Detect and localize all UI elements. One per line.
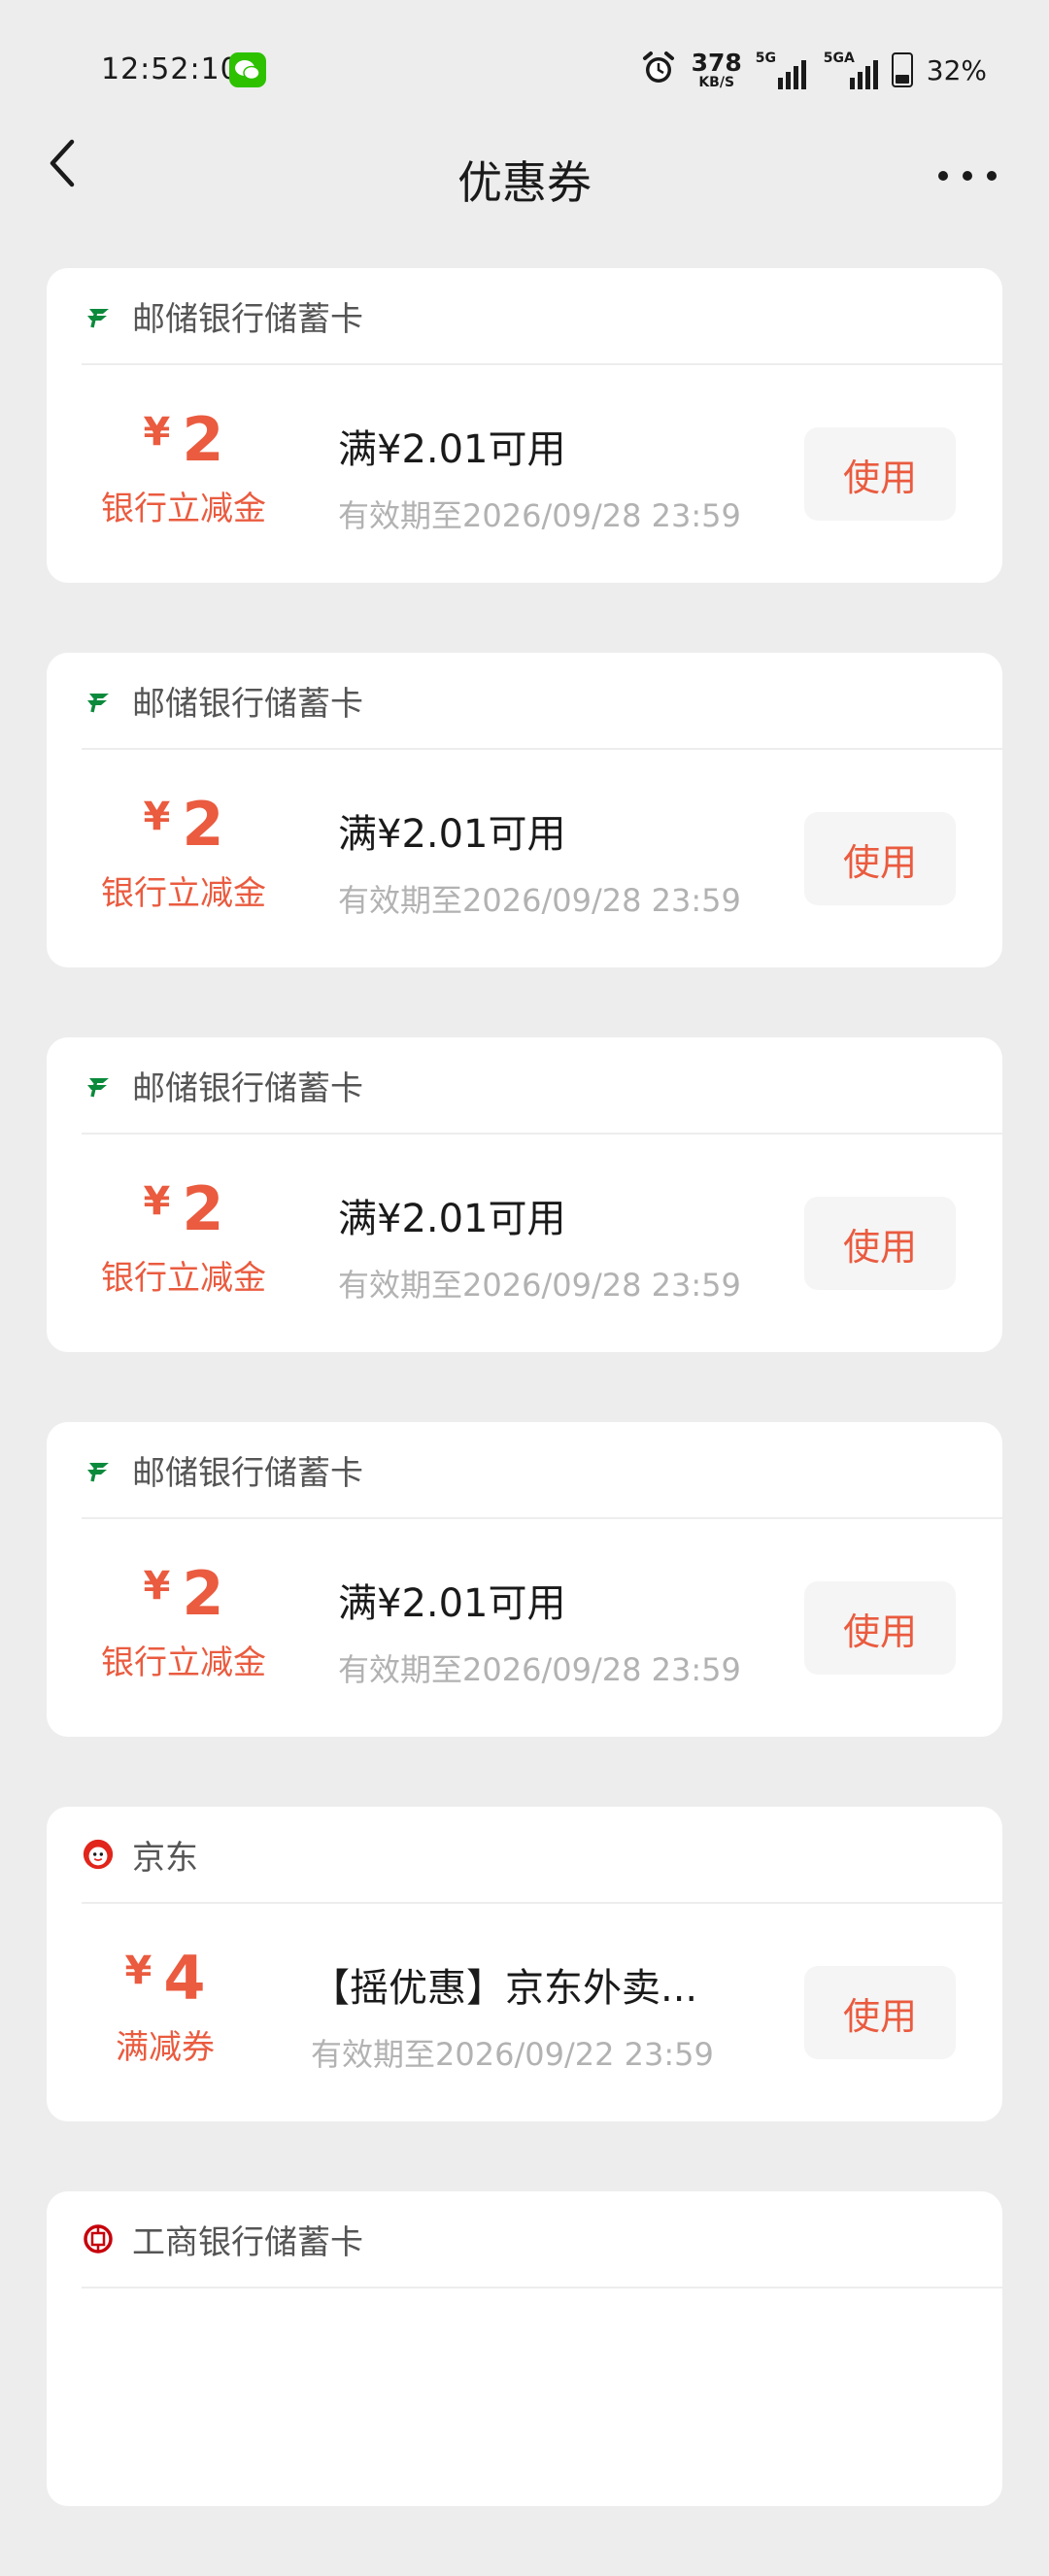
- status-icons: 378 KB/S 5G 5GA 32%: [639, 49, 987, 91]
- coupon-type: 银行立减金: [101, 490, 266, 528]
- coupon-amount: 2: [182, 1173, 224, 1244]
- coupon-amount: 2: [182, 1558, 224, 1629]
- navigation-bar: 优惠券: [0, 136, 1049, 216]
- coupon-card[interactable]: 邮储银行储蓄卡 ¥ 2 银行立减金 满¥2.01可用 有效期至2026/09/2…: [47, 1422, 1002, 1737]
- issuer-name: 邮储银行储蓄卡: [132, 299, 363, 339]
- coupon-validity: 有效期至2026/09/28 23:59: [338, 1651, 741, 1688]
- psbc-logo-icon: [82, 299, 115, 332]
- issuer-name: 邮储银行储蓄卡: [132, 1068, 363, 1108]
- coupon-condition: 【摇优惠】京东外卖...: [311, 1966, 698, 2011]
- signal-label-sim1: 5G: [755, 51, 776, 66]
- currency-symbol: ¥: [143, 1564, 171, 1609]
- coupon-type: 满减券: [116, 2028, 215, 2067]
- coupon-amount-block: ¥ 4 满减券: [68, 1949, 262, 2068]
- coupon-card-header: 邮储银行储蓄卡: [82, 268, 1002, 365]
- coupon-amount: 2: [182, 789, 224, 860]
- currency-symbol: ¥: [124, 1949, 152, 1993]
- coupon-condition: 满¥2.01可用: [338, 1581, 566, 1626]
- coupon-amount-block: ¥ 2 银行立减金: [85, 795, 282, 914]
- wechat-notification-icon: [229, 52, 266, 87]
- use-coupon-button[interactable]: 使用: [804, 1966, 956, 2059]
- use-coupon-button[interactable]: 使用: [804, 812, 956, 905]
- status-bar: 12:52:10 378 KB/S 5G 5GA 32%: [0, 0, 1049, 136]
- network-speed: 378 KB/S: [692, 51, 742, 89]
- alarm-icon: [639, 49, 678, 91]
- battery-level: [895, 75, 909, 84]
- issuer-name: 京东: [132, 1838, 198, 1878]
- coupon-list: 邮储银行储蓄卡 ¥ 2 银行立减金 满¥2.01可用 有效期至2026/09/2…: [47, 268, 1002, 2576]
- currency-symbol: ¥: [143, 1179, 171, 1224]
- coupon-card[interactable]: 工商银行储蓄卡: [47, 2191, 1002, 2506]
- coupon-type: 银行立减金: [101, 1259, 266, 1298]
- coupon-amount: 2: [182, 404, 224, 475]
- coupon-card-body: ¥ 2 银行立减金 满¥2.01可用 有效期至2026/09/28 23:59 …: [47, 365, 1002, 583]
- use-coupon-button[interactable]: 使用: [804, 427, 956, 521]
- issuer-name: 工商银行储蓄卡: [132, 2222, 363, 2262]
- coupon-card-body: ¥ 2 银行立减金 满¥2.01可用 有效期至2026/09/28 23:59 …: [47, 750, 1002, 967]
- battery-icon: [891, 52, 913, 87]
- coupon-amount: 4: [163, 1943, 206, 2014]
- coupon-card[interactable]: 邮储银行储蓄卡 ¥ 2 银行立减金 满¥2.01可用 有效期至2026/09/2…: [47, 1037, 1002, 1352]
- status-time: 12:52:10: [101, 52, 240, 86]
- currency-symbol: ¥: [143, 410, 171, 455]
- coupon-card-body: ¥ 2 银行立减金 满¥2.01可用 有效期至2026/09/28 23:59 …: [47, 1135, 1002, 1352]
- coupon-type: 银行立减金: [101, 874, 266, 913]
- coupon-condition: 满¥2.01可用: [338, 1197, 566, 1241]
- coupon-validity: 有效期至2026/09/28 23:59: [338, 497, 741, 534]
- coupon-amount-block: ¥ 2 银行立减金: [85, 1179, 282, 1299]
- page-title: 优惠券: [457, 156, 592, 209]
- coupon-card[interactable]: 邮储银行储蓄卡 ¥ 2 银行立减金 满¥2.01可用 有效期至2026/09/2…: [47, 653, 1002, 967]
- coupon-card-body: ¥ 4 满减券 【摇优惠】京东外卖... 有效期至2026/09/22 23:5…: [47, 1904, 1002, 2121]
- coupon-card[interactable]: 邮储银行储蓄卡 ¥ 2 银行立减金 满¥2.01可用 有效期至2026/09/2…: [47, 268, 1002, 583]
- coupon-validity: 有效期至2026/09/28 23:59: [338, 882, 741, 919]
- coupon-card-header: 邮储银行储蓄卡: [82, 653, 1002, 750]
- network-speed-value: 378: [691, 49, 742, 77]
- coupon-amount-block: ¥ 2 银行立减金: [85, 410, 282, 529]
- coupon-condition: 满¥2.01可用: [338, 427, 566, 472]
- network-speed-unit: KB/S: [698, 75, 735, 90]
- coupon-amount-block: ¥ 2 银行立减金: [85, 1564, 282, 1683]
- battery-percentage: 32%: [926, 53, 987, 86]
- psbc-logo-icon: [82, 684, 115, 717]
- coupon-card-header: 工商银行储蓄卡: [82, 2191, 1002, 2288]
- jd-logo-icon: [82, 1838, 115, 1871]
- use-coupon-button[interactable]: 使用: [804, 1581, 956, 1675]
- more-dot-icon: [963, 171, 972, 181]
- issuer-name: 邮储银行储蓄卡: [132, 684, 363, 724]
- more-options-button[interactable]: [938, 161, 997, 190]
- icbc-logo-icon: [82, 2222, 115, 2255]
- psbc-logo-icon: [82, 1068, 115, 1102]
- coupon-condition: 满¥2.01可用: [338, 812, 566, 857]
- coupon-card-header: 京东: [82, 1807, 1002, 1904]
- more-dot-icon: [938, 171, 948, 181]
- coupon-card[interactable]: 京东 ¥ 4 满减券 【摇优惠】京东外卖... 有效期至2026/09/22 2…: [47, 1807, 1002, 2121]
- coupon-validity: 有效期至2026/09/28 23:59: [338, 1267, 741, 1304]
- currency-symbol: ¥: [143, 795, 171, 839]
- coupon-card-header: 邮储银行储蓄卡: [82, 1037, 1002, 1135]
- coupon-card-body: ¥ 2 银行立减金 满¥2.01可用 有效期至2026/09/28 23:59 …: [47, 1519, 1002, 1737]
- coupon-card-header: 邮储银行储蓄卡: [82, 1422, 1002, 1519]
- more-dot-icon: [987, 171, 997, 181]
- signal-icon-sim2: 5GA: [820, 51, 878, 89]
- coupon-type: 银行立减金: [101, 1644, 266, 1682]
- psbc-logo-icon: [82, 1453, 115, 1486]
- coupon-validity: 有效期至2026/09/22 23:59: [311, 2036, 714, 2073]
- use-coupon-button[interactable]: 使用: [804, 1197, 956, 1290]
- signal-icon-sim1: 5G: [756, 51, 806, 89]
- issuer-name: 邮储银行储蓄卡: [132, 1453, 363, 1493]
